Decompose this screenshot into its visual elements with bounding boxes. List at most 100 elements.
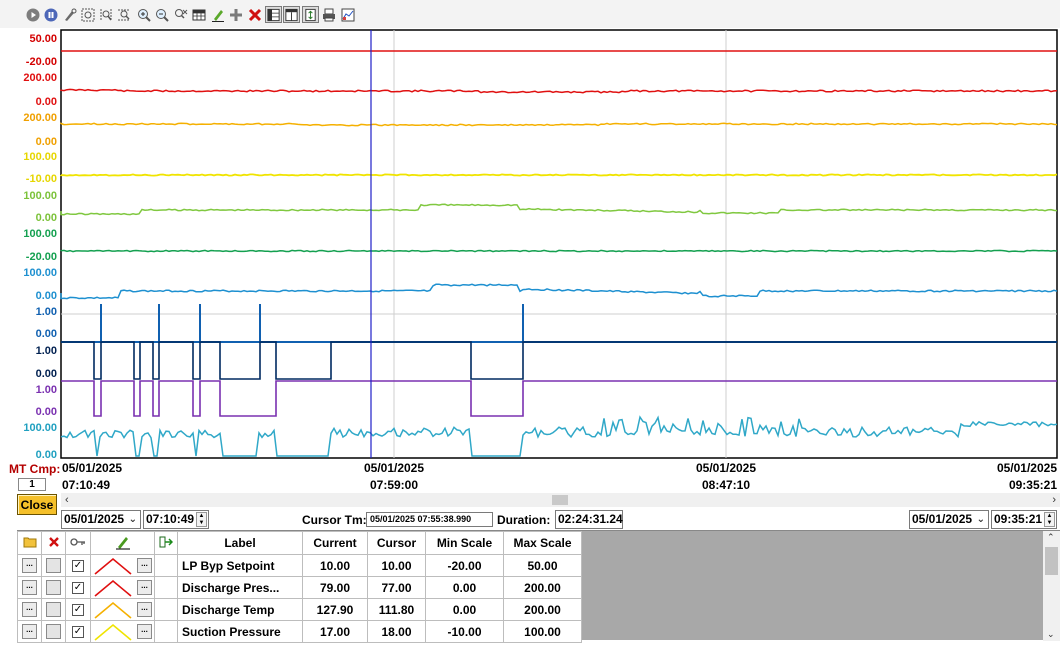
- row-browse-button[interactable]: ...: [17, 598, 42, 621]
- row-pen-style[interactable]: ...: [90, 598, 155, 621]
- row-visible-checkbox[interactable]: ✓: [65, 598, 91, 621]
- edit-link-icon[interactable]: [61, 6, 78, 23]
- zoom-in-icon[interactable]: [135, 6, 152, 23]
- zoom-region-icon[interactable]: [79, 6, 96, 23]
- row-max-scale[interactable]: 200.00: [503, 598, 582, 621]
- add-icon[interactable]: [227, 6, 244, 23]
- row-max-scale[interactable]: 50.00: [503, 554, 582, 577]
- chevron-down-icon[interactable]: ⌄: [977, 511, 985, 528]
- scale-label: 100.00: [23, 228, 57, 240]
- end-date-picker[interactable]: 05/01/2025 ⌄: [909, 510, 989, 529]
- row-delete-cell[interactable]: [41, 620, 66, 643]
- scale-label: 0.00: [36, 212, 57, 224]
- start-time-value: 07:10:49: [146, 512, 195, 526]
- scroll-down-icon[interactable]: ⌄: [1047, 629, 1055, 640]
- spinner-icon[interactable]: ▲ ▼: [196, 512, 207, 527]
- zoom-horizontal-icon[interactable]: [115, 6, 132, 23]
- cursor-column-header[interactable]: Cursor: [367, 531, 426, 555]
- time-tick-time: 09:35:21: [1009, 478, 1057, 492]
- delete-icon[interactable]: [41, 531, 66, 555]
- row-pen-style[interactable]: ...: [90, 554, 155, 577]
- row-pen-style[interactable]: ...: [90, 620, 155, 643]
- stacked-view-icon[interactable]: [265, 6, 282, 23]
- print-icon[interactable]: [320, 6, 337, 23]
- row-min-scale[interactable]: 0.00: [425, 576, 504, 599]
- start-date-picker[interactable]: 05/01/2025 ⌄: [61, 510, 141, 529]
- row-export-cell[interactable]: [154, 598, 178, 621]
- pause-icon[interactable]: [42, 6, 59, 23]
- table-row[interactable]: ... ✓... Suction Pressure 17.00 18.00 -10.00 1…: [17, 620, 582, 643]
- pen-icon[interactable]: [209, 6, 226, 23]
- row-visible-checkbox[interactable]: ✓: [65, 620, 91, 643]
- scroll-thumb[interactable]: [1045, 547, 1058, 575]
- vertical-scrollbar[interactable]: ⌃ ⌄: [1043, 531, 1060, 641]
- export-icon[interactable]: [339, 6, 356, 23]
- row-current: 79.00: [302, 576, 368, 599]
- zoom-reset-icon[interactable]: [172, 6, 189, 23]
- cursor-time-label: Cursor Tm:: [302, 513, 367, 527]
- vertical-fit-icon[interactable]: [302, 6, 319, 23]
- row-max-scale[interactable]: 100.00: [503, 620, 582, 643]
- row-delete-cell[interactable]: [41, 554, 66, 577]
- chevron-down-icon[interactable]: ⌄: [129, 511, 137, 528]
- row-export-cell[interactable]: [154, 620, 178, 643]
- horizontal-scrollbar[interactable]: ‹ ›: [61, 493, 1060, 507]
- row-browse-button[interactable]: ...: [17, 576, 42, 599]
- zoom-vertical-icon[interactable]: [97, 6, 114, 23]
- delete-icon[interactable]: [246, 6, 263, 23]
- scroll-right-icon[interactable]: ›: [1052, 493, 1056, 507]
- row-browse-button[interactable]: ...: [17, 554, 42, 577]
- row-export-cell[interactable]: [154, 576, 178, 599]
- row-max-scale[interactable]: 200.00: [503, 576, 582, 599]
- duration-field[interactable]: 02:24:31.24: [555, 510, 623, 529]
- current-column-header[interactable]: Current: [302, 531, 368, 555]
- key-icon[interactable]: [65, 531, 91, 555]
- mt-cmp-field[interactable]: 1: [18, 478, 46, 491]
- time-tick-time: 07:10:49: [62, 478, 110, 492]
- row-browse-button[interactable]: ...: [17, 620, 42, 643]
- time-tick-date: 05/01/2025: [997, 461, 1057, 475]
- row-min-scale[interactable]: -20.00: [425, 554, 504, 577]
- scale-label: -20.00: [26, 251, 57, 263]
- end-date-value: 05/01/2025: [912, 512, 973, 526]
- table-row[interactable]: ... ✓... Discharge Pres... 79.00 77.00 0.00 20…: [17, 576, 582, 599]
- scroll-left-icon[interactable]: ‹: [65, 493, 69, 507]
- end-time-picker[interactable]: 09:35:21 ▲ ▼: [991, 510, 1057, 529]
- row-export-cell[interactable]: [154, 554, 178, 577]
- row-visible-checkbox[interactable]: ✓: [65, 554, 91, 577]
- spinner-icon[interactable]: ▲ ▼: [1044, 512, 1055, 527]
- row-cursor: 77.00: [367, 576, 426, 599]
- row-min-scale[interactable]: 0.00: [425, 598, 504, 621]
- pen-icon[interactable]: [90, 531, 155, 555]
- scroll-thumb[interactable]: [552, 495, 568, 505]
- plot-area[interactable]: [60, 29, 1058, 459]
- table-icon[interactable]: [190, 6, 207, 23]
- row-cursor: 10.00: [367, 554, 426, 577]
- start-time-picker[interactable]: 07:10:49 ▲ ▼: [143, 510, 209, 529]
- export-icon[interactable]: [154, 531, 178, 555]
- single-view-icon[interactable]: [283, 6, 300, 23]
- cursor-time-field[interactable]: 05/01/2025 07:55:38.990: [366, 512, 493, 527]
- row-visible-checkbox[interactable]: ✓: [65, 576, 91, 599]
- play-icon[interactable]: [24, 6, 41, 23]
- label-column-header[interactable]: Label: [177, 531, 303, 555]
- end-time-value: 09:35:21: [994, 512, 1043, 526]
- row-min-scale[interactable]: -10.00: [425, 620, 504, 643]
- time-tick-date: 05/01/2025: [62, 461, 122, 475]
- scroll-up-icon[interactable]: ⌃: [1047, 532, 1055, 543]
- scale-label: 0.00: [36, 136, 57, 148]
- row-delete-cell[interactable]: [41, 576, 66, 599]
- min-scale-column-header[interactable]: Min Scale: [425, 531, 504, 555]
- pen-grid-panel: Label Current Cursor Min Scale Max Scale…: [17, 530, 1060, 643]
- row-pen-style[interactable]: ...: [90, 576, 155, 599]
- trend-chart[interactable]: 50.00 -20.00 200.00 0.00 200.00 0.00 100.00 -10…: [0, 28, 1060, 493]
- table-row[interactable]: ... ✓... Discharge Temp 127.90 111.80 0.00 200…: [17, 598, 582, 621]
- row-label: Discharge Temp: [177, 598, 303, 621]
- max-scale-column-header[interactable]: Max Scale: [503, 531, 582, 555]
- table-row[interactable]: ... ✓... LP Byp Setpoint 10.00 10.00 -20.00 50…: [17, 554, 582, 577]
- close-button[interactable]: Close: [17, 494, 57, 515]
- row-delete-cell[interactable]: [41, 598, 66, 621]
- scale-label: 50.00: [29, 33, 57, 45]
- zoom-out-icon[interactable]: [153, 6, 170, 23]
- folder-icon[interactable]: [17, 531, 42, 555]
